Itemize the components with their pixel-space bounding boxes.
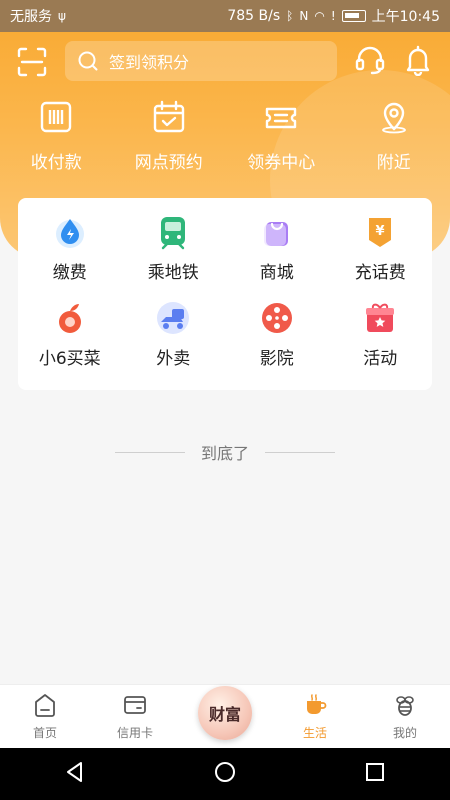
quick-action-payment[interactable]: 收付款 [0,100,113,173]
service-events[interactable]: 活动 [329,300,433,384]
service-pay-bills[interactable]: 缴费 [18,214,122,300]
delivery-scooter-icon [157,302,190,334]
tab-mine[interactable]: 我的 [360,685,450,748]
top-bar: 签到领积分 [0,36,450,86]
quick-action-label: 收付款 [30,153,82,173]
shopping-bag-icon [263,222,288,246]
search-bar[interactable]: 签到领积分 [65,41,337,81]
metro-icon [161,217,186,250]
end-of-list: 到底了 [0,440,450,464]
search-placeholder: 签到领积分 [109,53,190,72]
credit-card-icon [124,696,146,714]
wifi-icon: ◠ [314,9,325,23]
service-grocery[interactable]: 小6买菜 [18,300,122,384]
search-icon [78,51,98,71]
payment-code-icon [41,101,72,133]
tab-home[interactable]: 首页 [0,685,90,748]
status-bar: 无服务 ψ 785 B/s ᛒ N ◠ ! 上午10:45 [0,0,450,32]
battery-icon [341,10,366,22]
nfc-icon: N [299,9,309,23]
carrier-text: 无服务 [10,9,52,25]
home-icon [35,694,55,717]
service-takeout[interactable]: 外卖 [122,300,226,384]
tab-life[interactable]: 生活 [270,685,360,748]
bell-icon [406,45,430,77]
service-label: 活动 [363,349,398,369]
headset-icon [355,46,385,75]
quick-action-coupons[interactable]: 领券中心 [225,100,338,173]
gift-box-icon [366,303,395,332]
bee-icon [396,696,414,716]
notification-button[interactable] [402,44,434,77]
service-label: 商城 [259,263,294,283]
bluetooth-icon: ᛒ [286,9,294,23]
ticket-icon [266,107,297,129]
system-nav-bar [0,748,450,800]
location-pin-icon [381,102,406,134]
back-triangle-icon [67,762,82,782]
home-circle-icon [215,762,235,782]
scan-button[interactable] [16,46,48,78]
tab-label: 生活 [302,726,327,740]
tab-label: 首页 [32,726,57,740]
service-label: 缴费 [52,263,87,283]
service-label: 乘地铁 [147,263,199,283]
customer-service-button[interactable] [354,44,386,76]
home-nav-button[interactable] [211,758,239,790]
service-label: 充话费 [354,263,406,283]
svg-text:¥: ¥ [376,224,385,239]
quick-action-appointment[interactable]: 网点预约 [113,100,226,173]
service-label: 外卖 [156,349,191,369]
service-metro[interactable]: 乘地铁 [122,214,226,300]
grocery-icon [58,304,81,333]
back-button[interactable] [61,758,89,790]
tab-credit-card[interactable]: 信用卡 [90,685,180,748]
water-drop-icon [55,219,84,248]
quick-action-nearby[interactable]: 附近 [338,100,450,173]
divider [114,451,185,453]
service-cinema[interactable]: 影院 [225,300,329,384]
service-label: 影院 [259,349,294,369]
service-phone-recharge[interactable]: ¥ 充话费 [329,214,433,300]
quick-action-label: 附近 [376,153,411,173]
quick-action-label: 领券中心 [247,153,316,173]
recents-button[interactable] [361,758,389,790]
alert-icon: ! [330,9,336,23]
wealth-button[interactable]: 财富 [198,686,252,740]
quick-actions: 收付款 网点预约 领券中心 附近 [0,100,450,173]
tab-label: 信用卡 [116,726,153,740]
film-reel-icon [261,303,292,333]
network-speed: 785 B/s [227,8,281,24]
recents-square-icon [366,763,384,781]
usb-icon: ψ [58,9,66,23]
quick-action-label: 网点预约 [134,153,203,173]
divider [265,451,335,453]
service-label: 小6买菜 [38,349,101,369]
tab-label: 我的 [392,726,417,740]
services-card: 缴费 乘地铁 商城 ¥ 充话费 小6买菜 外卖 影院 活动 [18,198,432,390]
clock: 上午10:45 [371,9,440,25]
service-mall[interactable]: 商城 [225,214,329,300]
end-text: 到底了 [200,444,249,463]
phone-bill-icon: ¥ [369,218,392,247]
scan-icon [17,47,47,77]
calendar-check-icon [153,100,184,133]
wealth-label: 财富 [208,705,241,724]
coffee-cup-icon [307,694,327,714]
